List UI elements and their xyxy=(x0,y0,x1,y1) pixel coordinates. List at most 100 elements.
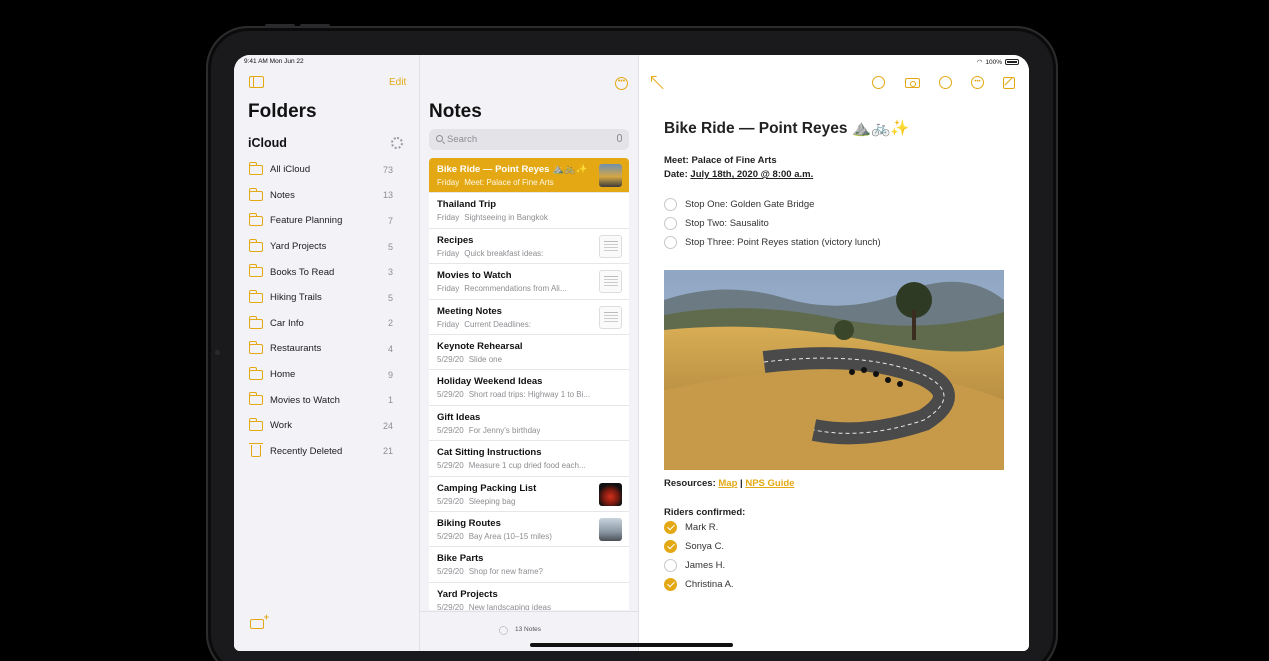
note-thumbnail xyxy=(599,164,622,187)
search-placeholder: Search xyxy=(447,134,478,145)
note-row-subtitle: 5/29/20 Short road trips: Highway 1 to Bi… xyxy=(437,390,590,399)
nps-guide-link[interactable]: NPS Guide xyxy=(745,478,794,489)
note-title[interactable]: Bike Ride — Point Reyes ⛰️🚲✨ xyxy=(664,119,910,138)
more-options-icon[interactable]: ••• xyxy=(615,77,628,90)
folder-row[interactable]: Work 24 xyxy=(234,413,420,439)
note-row[interactable]: Camping Packing List 5/29/20 Sleeping bag xyxy=(429,476,629,512)
note-row[interactable]: Bike Ride — Point Reyes ⛰️🚲✨ Friday Meet: … xyxy=(429,158,629,194)
folder-count: 5 xyxy=(387,241,393,252)
rider-item[interactable]: Christina A. xyxy=(664,577,734,591)
new-folder-icon[interactable] xyxy=(250,612,269,629)
folder-row[interactable]: Notes 13 xyxy=(234,183,420,209)
microphone-icon[interactable] xyxy=(617,134,622,142)
expand-icon[interactable] xyxy=(651,76,664,89)
notes-list-pane: ••• Notes Search Bike Ride — Point Reyes… xyxy=(420,55,639,651)
note-row-title: Recipes xyxy=(437,234,474,246)
map-link[interactable]: Map xyxy=(718,478,737,489)
note-row[interactable]: Movies to Watch Friday Recommendations fro… xyxy=(429,264,629,300)
markup-icon[interactable] xyxy=(939,76,952,89)
folder-count: 13 xyxy=(382,190,393,201)
checklist-item[interactable]: Stop Three: Point Reyes station (victory… xyxy=(664,235,881,249)
note-row-preview: Sleeping bag xyxy=(468,496,516,506)
note-row[interactable]: Gift Ideas 5/29/20 For Jenny's birthday xyxy=(429,405,629,442)
checked-circle-icon[interactable] xyxy=(664,539,677,553)
folder-count: 2 xyxy=(387,318,393,329)
trash-icon xyxy=(249,442,263,457)
folder-name: Yard Projects xyxy=(270,241,327,253)
rider-item[interactable]: Sonya C. xyxy=(664,539,724,553)
note-row-subtitle: 5/29/20 For Jenny's birthday xyxy=(437,426,540,435)
search-field[interactable]: Search xyxy=(429,129,629,150)
note-row[interactable]: Bike Parts 5/29/20 Shop for new frame? xyxy=(429,547,629,583)
note-row-preview: Short road trips: Highway 1 to Bi... xyxy=(468,390,591,400)
note-row-subtitle: Friday Sightseeing in Bangkok xyxy=(437,213,548,222)
note-row-date: Friday xyxy=(437,319,460,329)
folder-row[interactable]: Restaurants 4 xyxy=(234,336,420,362)
home-indicator[interactable] xyxy=(530,643,733,647)
folder-name: Feature Planning xyxy=(270,215,343,227)
folder-row[interactable]: Recently Deleted 21 xyxy=(234,439,420,465)
folder-count: 73 xyxy=(382,164,393,175)
note-row-subtitle: 5/29/20 New landscaping ideas xyxy=(437,603,551,610)
folder-row[interactable]: All iCloud 73 xyxy=(234,157,420,183)
folder-icon xyxy=(249,264,263,278)
checkbox-icon[interactable] xyxy=(664,197,677,211)
note-row[interactable]: Recipes Friday Quick breakfast ideas: xyxy=(429,228,629,265)
status-right: ◠ 100% xyxy=(977,58,1019,66)
landscape-photo[interactable] xyxy=(664,270,1004,470)
folder-icon xyxy=(249,238,263,252)
folder-name: Books To Read xyxy=(270,266,335,278)
folder-name: Movies to Watch xyxy=(270,394,340,406)
battery-percent: 100% xyxy=(985,58,1002,66)
folder-row[interactable]: Yard Projects 5 xyxy=(234,234,420,260)
folder-row[interactable]: Hiking Trails 5 xyxy=(234,285,420,311)
rider-name: Sonya C. xyxy=(685,540,725,552)
checklist-item[interactable]: Stop Two: Sausalito xyxy=(664,216,769,230)
sync-spinner-icon xyxy=(391,137,403,149)
sidebar-toggle-icon[interactable] xyxy=(249,76,264,88)
note-row-date: 5/29/20 xyxy=(437,425,464,435)
folder-row[interactable]: Home 9 xyxy=(234,362,420,388)
rider-item[interactable]: Mark R. xyxy=(664,520,718,534)
checkbox-icon[interactable] xyxy=(664,235,677,249)
folder-icon xyxy=(249,162,263,175)
notes-count: 13 Notes xyxy=(515,626,542,633)
checked-circle-icon[interactable] xyxy=(664,577,677,591)
more-icon[interactable]: ••• xyxy=(971,76,984,89)
note-row[interactable]: Keynote Rehearsal 5/29/20 Slide one xyxy=(429,334,629,371)
folder-count: 5 xyxy=(387,292,393,303)
note-row-preview: Recommendations from Ali... xyxy=(464,284,567,294)
edit-button[interactable]: Edit xyxy=(389,77,406,88)
icloud-header[interactable]: iCloud xyxy=(248,136,287,150)
folder-row[interactable]: Books To Read 3 xyxy=(234,259,420,285)
note-row[interactable]: Meeting Notes Friday Current Deadlines: xyxy=(429,299,629,335)
checked-circle-icon[interactable] xyxy=(664,520,677,534)
note-row[interactable]: Holiday Weekend Ideas 5/29/20 Short road t… xyxy=(429,370,629,406)
checkbox-icon[interactable] xyxy=(664,216,677,230)
checkbox-icon[interactable] xyxy=(664,558,677,572)
checklist-item[interactable]: Stop One: Golden Gate Bridge xyxy=(664,197,814,211)
folder-row[interactable]: Movies to Watch 1 xyxy=(234,387,420,413)
date-value[interactable]: July 18th, 2020 @ 8:00 a.m. xyxy=(690,169,813,180)
note-row-title: Thailand Trip xyxy=(437,199,497,211)
compose-icon[interactable] xyxy=(1003,77,1015,89)
note-row-subtitle: Friday Recommendations from Ali... xyxy=(437,284,567,293)
note-row-date: Friday xyxy=(437,248,460,258)
checklist-icon[interactable] xyxy=(872,76,885,89)
date-line[interactable]: Date: July 18th, 2020 @ 8:00 a.m. xyxy=(664,169,813,180)
rider-item[interactable]: James H. xyxy=(664,558,725,572)
note-row-subtitle: 5/29/20 Sleeping bag xyxy=(437,497,515,506)
note-row[interactable]: Thailand Trip Friday Sightseeing in Bangko… xyxy=(429,193,629,229)
folder-row[interactable]: Car Info 2 xyxy=(234,311,420,337)
checklist-text: Stop One: Golden Gate Bridge xyxy=(685,198,815,210)
camera-icon[interactable] xyxy=(905,78,920,88)
note-row-subtitle: Friday Quick breakfast ideas: xyxy=(437,249,543,258)
folder-count: 4 xyxy=(387,343,393,354)
note-row[interactable]: Biking Routes 5/29/20 Bay Area (10–15 mile… xyxy=(429,511,629,548)
note-row[interactable]: Cat Sitting Instructions 5/29/20 Measure 1… xyxy=(429,441,629,477)
note-row[interactable]: Yard Projects 5/29/20 New landscaping idea… xyxy=(429,582,629,610)
meet-line[interactable]: Meet: Palace of Fine Arts xyxy=(664,155,777,166)
notes-title: Notes xyxy=(429,101,482,122)
folder-row[interactable]: Feature Planning 7 xyxy=(234,208,420,234)
folder-count: 7 xyxy=(387,215,393,226)
